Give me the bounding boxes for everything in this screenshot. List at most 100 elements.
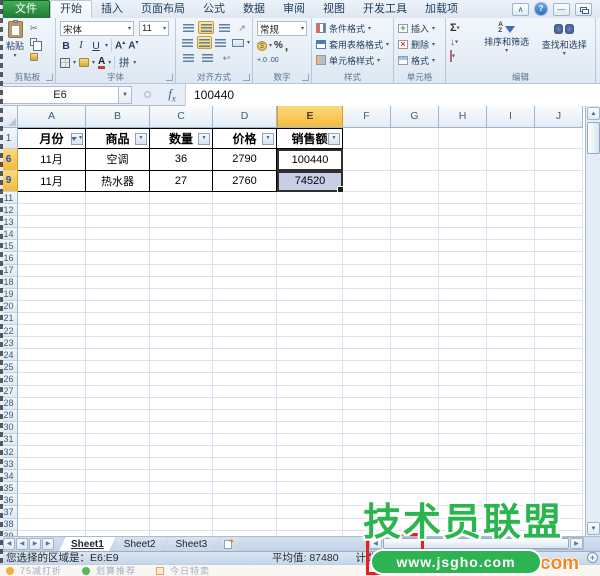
empty-cell[interactable]	[277, 325, 343, 337]
data-cell-D9[interactable]: 2760	[213, 171, 277, 193]
empty-cell[interactable]	[439, 252, 487, 264]
empty-cell[interactable]	[391, 373, 439, 385]
empty-cell[interactable]	[343, 240, 391, 252]
comma-style-button[interactable]: ,	[285, 42, 288, 50]
empty-cell[interactable]	[487, 398, 535, 410]
empty-cell[interactable]	[150, 301, 213, 313]
empty-cell[interactable]	[18, 277, 86, 289]
empty-cell[interactable]	[277, 373, 343, 385]
table-header-cell-2[interactable]: 商品▼	[86, 128, 150, 149]
empty-cell[interactable]	[213, 325, 277, 337]
data-cell-C6[interactable]: 36	[150, 149, 213, 171]
align-center-button[interactable]	[197, 36, 212, 49]
column-header-A[interactable]: A	[18, 106, 86, 128]
empty-cell[interactable]	[86, 446, 150, 458]
empty-cell[interactable]	[213, 446, 277, 458]
increase-indent-button[interactable]	[199, 51, 216, 64]
conditional-formatting-button[interactable]: 条件格式▾	[314, 20, 391, 36]
empty-cell[interactable]	[150, 434, 213, 446]
empty-cell[interactable]	[391, 337, 439, 349]
empty-cell[interactable]	[343, 398, 391, 410]
empty-cell[interactable]	[86, 482, 150, 494]
empty-cell[interactable]	[391, 410, 439, 422]
ribbon-tab-3[interactable]: 页面布局	[132, 1, 194, 18]
prev-sheet-button[interactable]: ◀	[16, 538, 28, 550]
empty-cell[interactable]	[18, 240, 86, 252]
ribbon-tab-0[interactable]: 文件	[2, 0, 50, 18]
empty-cell[interactable]	[86, 410, 150, 422]
empty-cell[interactable]	[18, 289, 86, 301]
column-header-B[interactable]: B	[86, 106, 150, 128]
empty-cell[interactable]	[343, 171, 391, 193]
ribbon-tab-2[interactable]: 插入	[92, 1, 132, 18]
wrap-text-button[interactable]: ↩	[218, 51, 235, 64]
empty-cell[interactable]	[487, 128, 535, 149]
empty-cell[interactable]	[535, 252, 583, 264]
empty-cell[interactable]	[487, 361, 535, 373]
font-dialog-launcher[interactable]	[166, 74, 173, 81]
empty-cell[interactable]	[343, 482, 391, 494]
empty-cell[interactable]	[277, 301, 343, 313]
empty-cell[interactable]	[343, 337, 391, 349]
empty-cell[interactable]	[213, 289, 277, 301]
align-bottom-button[interactable]	[216, 21, 232, 34]
empty-cell[interactable]	[18, 446, 86, 458]
empty-cell[interactable]	[391, 446, 439, 458]
restore-button[interactable]	[575, 3, 592, 16]
empty-cell[interactable]	[213, 192, 277, 204]
empty-cell[interactable]	[487, 216, 535, 228]
cell-styles-button[interactable]: 单元格样式▾	[314, 52, 391, 68]
decrease-decimal-button[interactable]: .00	[269, 57, 279, 64]
empty-cell[interactable]	[439, 313, 487, 325]
empty-cell[interactable]	[277, 204, 343, 216]
font-size-select[interactable]: 11▾	[139, 21, 169, 36]
empty-cell[interactable]	[150, 325, 213, 337]
underline-button[interactable]: U	[90, 40, 102, 52]
empty-cell[interactable]	[277, 337, 343, 349]
empty-cell[interactable]	[150, 446, 213, 458]
name-box-dropdown-icon[interactable]: ▼	[119, 86, 132, 104]
filter-dropdown-icon[interactable]: ▼	[135, 133, 147, 145]
vertical-scrollbar[interactable]: ▲ ▼	[585, 106, 600, 536]
empty-cell[interactable]	[391, 386, 439, 398]
empty-cell[interactable]	[213, 422, 277, 434]
empty-cell[interactable]	[343, 301, 391, 313]
empty-cell[interactable]	[487, 265, 535, 277]
empty-cell[interactable]	[150, 519, 213, 531]
empty-cell[interactable]	[487, 470, 535, 482]
empty-cell[interactable]	[487, 482, 535, 494]
empty-cell[interactable]	[86, 204, 150, 216]
empty-cell[interactable]	[535, 240, 583, 252]
empty-cell[interactable]	[213, 265, 277, 277]
column-header-F[interactable]: F	[343, 106, 391, 128]
table-header-cell-1[interactable]: 月份▼	[18, 128, 86, 149]
align-left-button[interactable]	[180, 36, 195, 49]
empty-cell[interactable]	[391, 240, 439, 252]
empty-cell[interactable]	[277, 216, 343, 228]
empty-cell[interactable]	[150, 252, 213, 264]
empty-cell[interactable]	[150, 422, 213, 434]
empty-cell[interactable]	[343, 228, 391, 240]
empty-cell[interactable]	[150, 313, 213, 325]
empty-cell[interactable]	[150, 265, 213, 277]
empty-cell[interactable]	[277, 192, 343, 204]
empty-cell[interactable]	[535, 301, 583, 313]
empty-cell[interactable]	[150, 470, 213, 482]
empty-cell[interactable]	[18, 204, 86, 216]
empty-cell[interactable]	[343, 216, 391, 228]
empty-cell[interactable]	[86, 398, 150, 410]
empty-cell[interactable]	[487, 240, 535, 252]
minimize-button[interactable]: —	[553, 3, 570, 16]
empty-cell[interactable]	[150, 337, 213, 349]
empty-cell[interactable]	[277, 386, 343, 398]
autosum-button[interactable]: Σ▾	[448, 22, 478, 35]
empty-cell[interactable]	[487, 228, 535, 240]
empty-cell[interactable]	[277, 458, 343, 470]
italic-button[interactable]: I	[75, 40, 87, 51]
empty-cell[interactable]	[439, 410, 487, 422]
cut-button[interactable]: ✂	[28, 22, 50, 35]
empty-cell[interactable]	[18, 361, 86, 373]
empty-cell[interactable]	[535, 149, 583, 171]
empty-cell[interactable]	[18, 192, 86, 204]
grow-font-button[interactable]: A▴	[115, 39, 125, 51]
